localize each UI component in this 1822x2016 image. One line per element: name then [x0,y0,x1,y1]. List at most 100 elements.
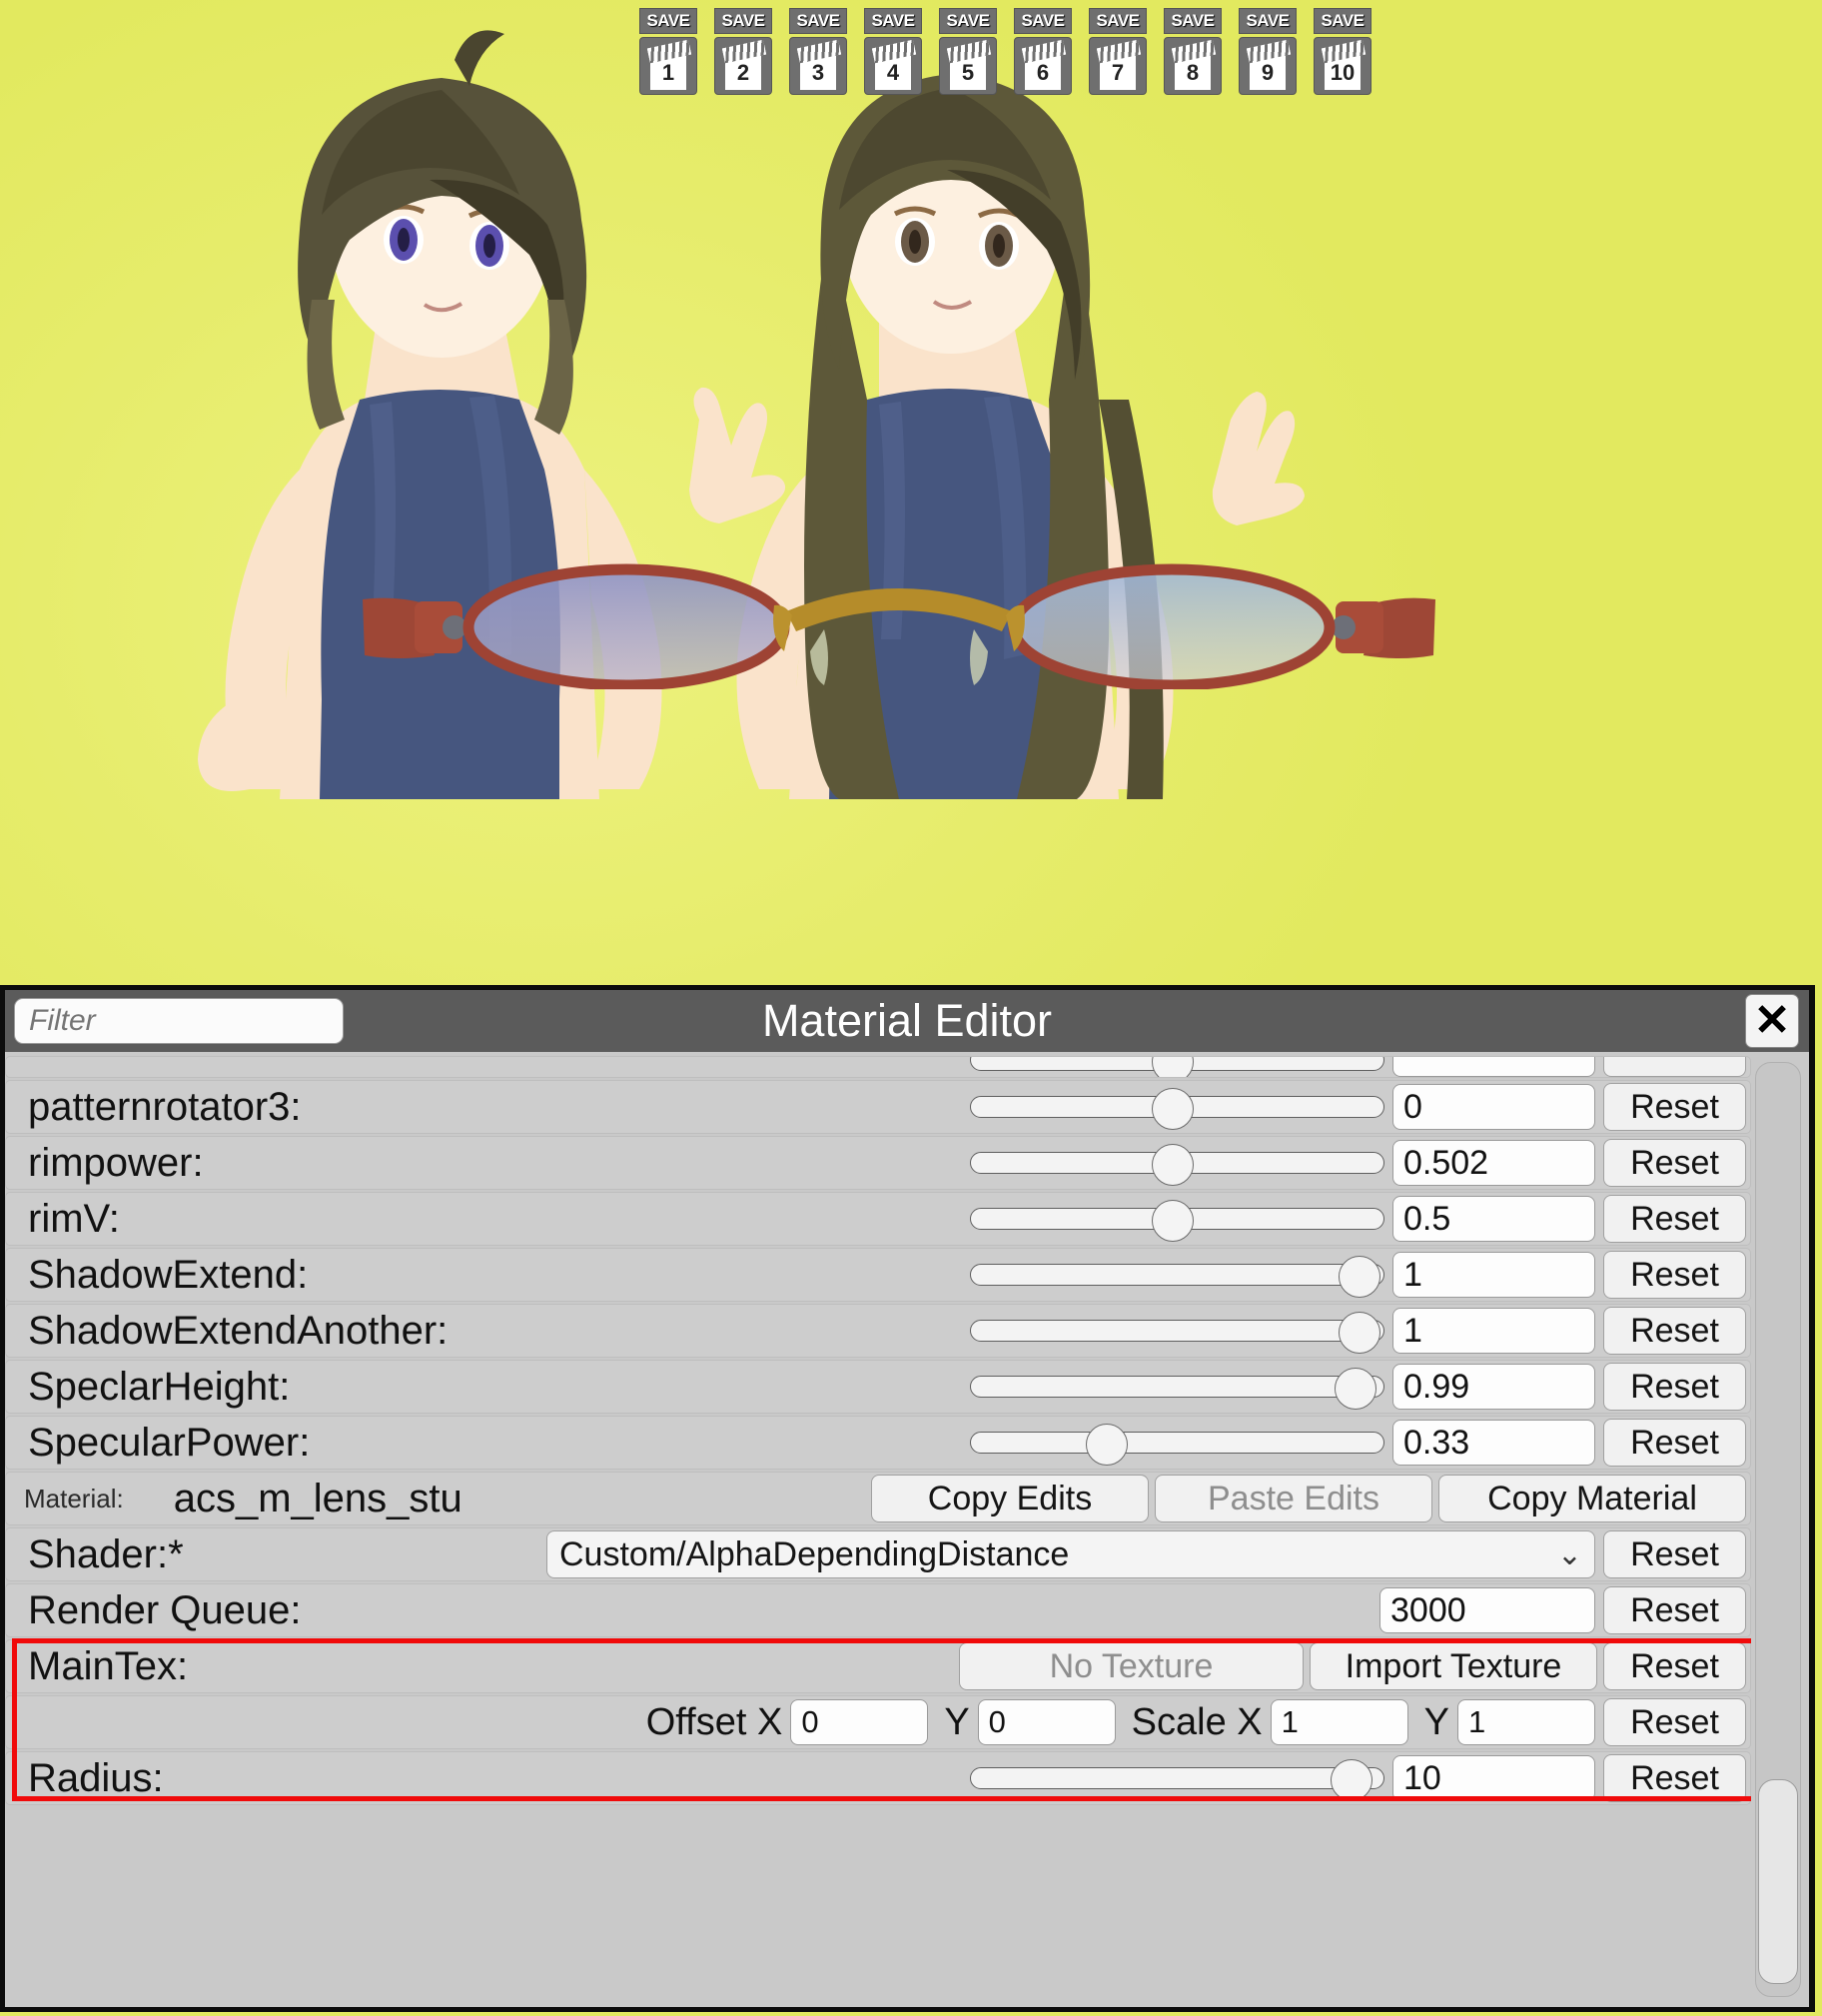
reset-button[interactable]: Reset [1603,1307,1746,1355]
save-slot-strip: SAVE 1 SAVE 2 SAVE 3 SAVE 4 SAVE 5 SAVE … [639,8,1371,95]
save-button-label[interactable]: SAVE [1014,8,1072,34]
property-rows-area: patternrotator3: 0 Reset rimpower: 0.502… [5,1056,1751,2007]
slider-track [970,1320,1384,1342]
character-right [689,74,1305,799]
slider-rimpower[interactable] [970,1144,1384,1186]
save-slot[interactable]: SAVE 1 [639,8,697,95]
property-row-rimpower: rimpower: 0.502 Reset [5,1136,1751,1190]
render-queue-reset-button[interactable]: Reset [1603,1586,1746,1634]
offset-y-field[interactable]: 0 [977,1699,1116,1745]
save-button-label[interactable]: SAVE [864,8,922,34]
save-button-label[interactable]: SAVE [714,8,772,34]
slider-partial[interactable] [970,1057,1384,1077]
save-slot[interactable]: SAVE 6 [1014,8,1072,95]
clapperboard-icon[interactable]: 7 [1089,37,1147,95]
maintex-label: MainTex: [28,1643,189,1688]
slider-rimv[interactable] [970,1200,1384,1242]
save-slot[interactable]: SAVE 9 [1239,8,1297,95]
reset-button[interactable]: Reset [1603,1251,1746,1299]
copy-material-button[interactable]: Copy Material [1438,1475,1746,1522]
value-field[interactable]: 0.502 [1392,1140,1595,1186]
save-button-label[interactable]: SAVE [1239,8,1297,34]
slider-knob[interactable] [1339,1312,1381,1354]
save-button-label[interactable]: SAVE [1164,8,1222,34]
save-button-label[interactable]: SAVE [639,8,697,34]
scrollbar-thumb[interactable] [1758,1779,1798,1984]
offset-x-field[interactable]: 0 [790,1699,929,1745]
slider-knob[interactable] [1334,1368,1376,1410]
slider-patternrotator3[interactable] [970,1088,1384,1130]
scale-x-field[interactable]: 1 [1270,1699,1408,1745]
clapperboard-icon[interactable]: 10 [1314,37,1371,95]
value-field[interactable]: 0.5 [1392,1196,1595,1242]
reset-button[interactable]: Reset [1603,1419,1746,1467]
clapperboard-icon[interactable]: 2 [714,37,772,95]
slider-track [970,1264,1384,1286]
value-field[interactable]: 1 [1392,1308,1595,1354]
scale-y-label: Y [1423,1700,1449,1743]
offset-scale-reset-button[interactable]: Reset [1603,1698,1746,1746]
slider-shadowextendanother[interactable] [970,1312,1384,1354]
radius-reset-button[interactable]: Reset [1603,1754,1746,1802]
save-slot[interactable]: SAVE 7 [1089,8,1147,95]
save-slot[interactable]: SAVE 10 [1314,8,1371,95]
slider-knob[interactable] [1152,1144,1195,1186]
clapperboard-icon[interactable]: 5 [939,37,997,95]
clapperboard-icon[interactable]: 8 [1164,37,1222,95]
slider-knob[interactable] [1152,1088,1195,1130]
value-field[interactable]: 1 [1392,1252,1595,1298]
radius-value-field[interactable]: 10 [1392,1755,1595,1801]
slider-knob[interactable] [1152,1057,1195,1077]
clapperboard-icon[interactable]: 9 [1239,37,1297,95]
shader-reset-button[interactable]: Reset [1603,1530,1746,1578]
save-slot[interactable]: SAVE 3 [789,8,847,95]
save-button-label[interactable]: SAVE [1314,8,1371,34]
save-slot[interactable]: SAVE 4 [864,8,922,95]
value-field[interactable]: 0 [1392,1084,1595,1130]
slider-knob[interactable] [1152,1200,1195,1242]
import-texture-button[interactable]: Import Texture [1310,1642,1597,1690]
reset-button-partial[interactable] [1603,1057,1746,1077]
value-field[interactable]: 0.33 [1392,1420,1595,1466]
copy-edits-button[interactable]: Copy Edits [871,1475,1149,1522]
reset-button[interactable]: Reset [1603,1083,1746,1131]
save-slot[interactable]: SAVE 5 [939,8,997,95]
value-field-partial[interactable] [1392,1057,1595,1077]
slider-knob[interactable] [1330,1759,1372,1801]
property-label: ShadowExtendAnother: [28,1308,449,1353]
reset-button[interactable]: Reset [1603,1363,1746,1411]
no-texture-button[interactable]: No Texture [959,1642,1304,1690]
clapperboard-icon[interactable]: 3 [789,37,847,95]
scrollbar-track[interactable] [1755,1062,1801,1997]
save-slot[interactable]: SAVE 2 [714,8,772,95]
reset-button[interactable]: Reset [1603,1139,1746,1187]
shader-dropdown[interactable]: Custom/AlphaDependingDistance ⌄ [546,1530,1595,1578]
slider-track [970,1432,1384,1454]
render-queue-field[interactable]: 3000 [1379,1587,1595,1633]
slider-specularpower[interactable] [970,1424,1384,1466]
maintex-reset-button[interactable]: Reset [1603,1642,1746,1690]
reset-button[interactable]: Reset [1603,1195,1746,1243]
filter-input[interactable] [14,998,344,1044]
scale-y-field[interactable]: 1 [1457,1699,1595,1745]
slider-speclarheight[interactable] [970,1368,1384,1410]
close-icon[interactable]: ✕ [1745,994,1799,1048]
value-field[interactable]: 0.99 [1392,1364,1595,1410]
slider-knob[interactable] [1339,1256,1381,1298]
clapperboard-icon[interactable]: 4 [864,37,922,95]
paste-edits-button[interactable]: Paste Edits [1155,1475,1432,1522]
slider-knob[interactable] [1085,1424,1128,1466]
save-button-label[interactable]: SAVE [939,8,997,34]
save-slot[interactable]: SAVE 8 [1164,8,1222,95]
material-row: Material: acs_m_lens_stu Copy Edits Past… [5,1472,1751,1525]
save-button-label[interactable]: SAVE [789,8,847,34]
slider-shadowextend[interactable] [970,1256,1384,1298]
slider-radius[interactable] [970,1759,1384,1801]
property-row-specularpower: SpecularPower: 0.33 Reset [5,1416,1751,1470]
render-queue-label: Render Queue: [28,1587,302,1632]
save-button-label[interactable]: SAVE [1089,8,1147,34]
scrollbar[interactable] [1751,1056,1809,2007]
material-name: acs_m_lens_stu [173,1476,462,1520]
clapperboard-icon[interactable]: 1 [639,37,697,95]
clapperboard-icon[interactable]: 6 [1014,37,1072,95]
